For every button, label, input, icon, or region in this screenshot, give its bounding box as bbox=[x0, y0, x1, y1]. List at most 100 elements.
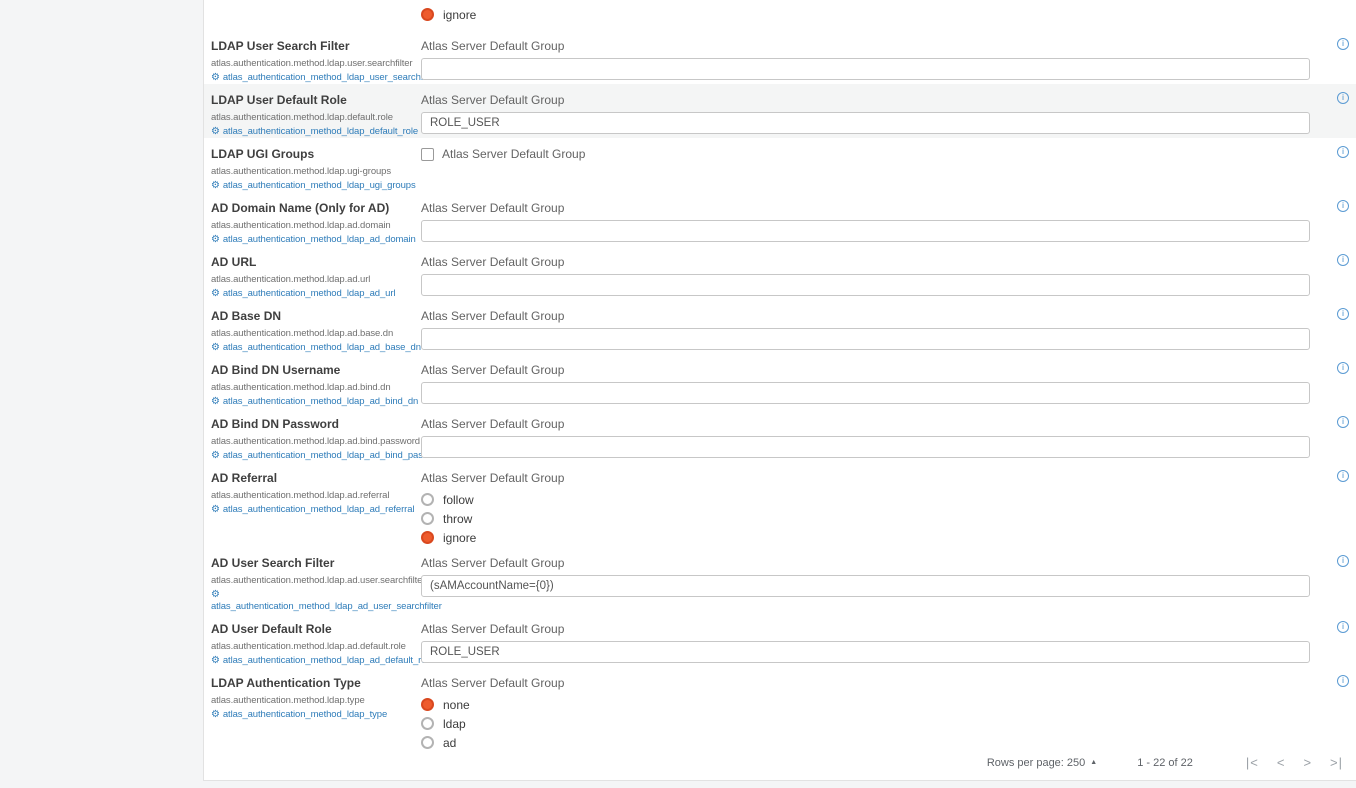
radio-option-label: throw bbox=[443, 512, 472, 526]
radio-option[interactable]: none bbox=[421, 695, 1310, 714]
config-api-link[interactable]: atlas_authentication_method_ldap_type bbox=[223, 709, 387, 720]
config-label: AD Referral bbox=[211, 471, 421, 485]
config-value-input[interactable] bbox=[421, 328, 1310, 350]
config-control bbox=[421, 436, 1310, 458]
radio-unselected-icon[interactable] bbox=[421, 493, 434, 506]
config-property-path: atlas.authentication.method.ldap.default… bbox=[211, 112, 421, 124]
rows-per-page-selector[interactable]: Rows per page: 250 ▲ bbox=[987, 757, 1097, 769]
config-row: AD Base DN atlas.authentication.method.l… bbox=[211, 300, 1356, 354]
radio-option[interactable]: ignore bbox=[421, 528, 1310, 547]
info-icon[interactable]: i bbox=[1337, 38, 1349, 50]
checkbox-icon[interactable] bbox=[421, 148, 434, 161]
config-control: ignore bbox=[421, 5, 1310, 24]
gear-icon: ⚙ bbox=[211, 72, 220, 83]
radio-option-label: ad bbox=[443, 736, 456, 750]
config-row: LDAP User Default Role atlas.authenticat… bbox=[204, 84, 1356, 138]
config-value-input[interactable] bbox=[421, 274, 1310, 296]
radio-option-label: ignore bbox=[443, 531, 476, 545]
config-control bbox=[421, 274, 1310, 296]
config-control: follow throw ignore bbox=[421, 490, 1310, 547]
config-api-link[interactable]: atlas_authentication_method_ldap_ad_doma… bbox=[223, 234, 416, 245]
config-row: AD User Default Role atlas.authenticatio… bbox=[211, 613, 1356, 667]
config-api-link[interactable]: atlas_authentication_method_ldap_ad_user… bbox=[211, 601, 421, 613]
config-label: AD Base DN bbox=[211, 309, 421, 323]
checkbox-label: Atlas Server Default Group bbox=[442, 147, 585, 161]
config-property-path: atlas.authentication.method.ldap.ad.refe… bbox=[211, 490, 421, 502]
pagination-prev-button[interactable]: < bbox=[1268, 753, 1295, 772]
config-control: none ldap ad bbox=[421, 695, 1310, 752]
info-icon[interactable]: i bbox=[1337, 470, 1349, 482]
config-label: LDAP User Default Role bbox=[211, 93, 421, 107]
gear-icon: ⚙ bbox=[211, 342, 220, 353]
radio-selected-icon[interactable] bbox=[421, 531, 434, 544]
config-label: AD Bind DN Username bbox=[211, 363, 421, 377]
config-value-input[interactable] bbox=[421, 436, 1310, 458]
config-panel: ignore i LDAP User Search Filter atlas.a… bbox=[203, 0, 1356, 781]
radio-option[interactable]: throw bbox=[421, 509, 1310, 528]
config-list: ignore i LDAP User Search Filter atlas.a… bbox=[211, 0, 1356, 752]
config-property-path: atlas.authentication.method.ldap.ad.user… bbox=[211, 575, 421, 587]
group-label: Atlas Server Default Group bbox=[421, 622, 1310, 636]
config-value-input[interactable] bbox=[421, 58, 1310, 80]
gear-icon: ⚙ bbox=[211, 655, 220, 666]
gear-icon: ⚙ bbox=[211, 126, 220, 137]
config-label: LDAP User Search Filter bbox=[211, 39, 421, 53]
info-icon[interactable]: i bbox=[1337, 200, 1349, 212]
config-api-link[interactable]: atlas_authentication_method_ldap_ad_bind… bbox=[223, 450, 448, 461]
config-row: LDAP Authentication Type atlas.authentic… bbox=[211, 667, 1356, 752]
info-icon[interactable]: i bbox=[1337, 92, 1349, 104]
radio-option[interactable]: ad bbox=[421, 733, 1310, 752]
info-icon[interactable]: i bbox=[1337, 416, 1349, 428]
gear-icon: ⚙ bbox=[211, 504, 220, 515]
config-row: LDAP User Search Filter atlas.authentica… bbox=[211, 30, 1356, 84]
config-value-input[interactable] bbox=[421, 641, 1310, 663]
config-value-input[interactable] bbox=[421, 220, 1310, 242]
config-api-link[interactable]: atlas_authentication_method_ldap_user_se… bbox=[223, 72, 438, 83]
info-icon[interactable]: i bbox=[1337, 675, 1349, 687]
info-icon[interactable]: i bbox=[1337, 621, 1349, 633]
group-label: Atlas Server Default Group bbox=[421, 39, 1310, 53]
config-value-input[interactable] bbox=[421, 575, 1310, 597]
config-value-input[interactable] bbox=[421, 382, 1310, 404]
pagination-next-button[interactable]: > bbox=[1294, 753, 1321, 772]
config-api-link[interactable]: atlas_authentication_method_ldap_ad_defa… bbox=[223, 655, 434, 666]
gear-icon: ⚙ bbox=[211, 450, 220, 461]
config-value-input[interactable] bbox=[421, 112, 1310, 134]
config-label: AD Bind DN Password bbox=[211, 417, 421, 431]
radio-unselected-icon[interactable] bbox=[421, 512, 434, 525]
radio-selected-icon[interactable] bbox=[421, 8, 434, 21]
group-label: Atlas Server Default Group bbox=[421, 363, 1310, 377]
config-api-link[interactable]: atlas_authentication_method_ldap_ad_url bbox=[223, 288, 396, 299]
info-icon[interactable]: i bbox=[1337, 555, 1349, 567]
config-control bbox=[421, 112, 1310, 134]
config-api-link[interactable]: atlas_authentication_method_ldap_ad_base… bbox=[223, 342, 421, 353]
config-control: Atlas Server Default Group bbox=[421, 147, 1310, 161]
radio-unselected-icon[interactable] bbox=[421, 736, 434, 749]
config-property-path: atlas.authentication.method.ldap.type bbox=[211, 695, 421, 707]
config-property-path: atlas.authentication.method.ldap.ad.url bbox=[211, 274, 421, 286]
radio-option[interactable]: ignore bbox=[421, 5, 1310, 24]
config-label: AD Domain Name (Only for AD) bbox=[211, 201, 421, 215]
info-icon[interactable]: i bbox=[1337, 146, 1349, 158]
radio-selected-icon[interactable] bbox=[421, 698, 434, 711]
group-label: Atlas Server Default Group bbox=[421, 93, 1310, 107]
pagination-last-button[interactable]: >| bbox=[1321, 753, 1352, 772]
radio-option-label: ldap bbox=[443, 717, 466, 731]
config-api-link[interactable]: atlas_authentication_method_ldap_default… bbox=[223, 126, 418, 137]
group-checkbox[interactable]: Atlas Server Default Group bbox=[421, 147, 1310, 161]
info-icon[interactable]: i bbox=[1337, 362, 1349, 374]
radio-option[interactable]: ldap bbox=[421, 714, 1310, 733]
info-icon[interactable]: i bbox=[1337, 254, 1349, 266]
pagination-first-button[interactable]: |< bbox=[1237, 753, 1268, 772]
config-api-link[interactable]: atlas_authentication_method_ldap_ad_bind… bbox=[223, 396, 418, 407]
radio-option[interactable]: follow bbox=[421, 490, 1310, 509]
info-icon[interactable]: i bbox=[1337, 308, 1349, 320]
rows-per-page-value: 250 bbox=[1067, 757, 1085, 769]
rows-per-page-label: Rows per page: bbox=[987, 757, 1064, 769]
group-label: Atlas Server Default Group bbox=[421, 255, 1310, 269]
config-api-link[interactable]: atlas_authentication_method_ldap_ugi_gro… bbox=[223, 180, 416, 191]
radio-unselected-icon[interactable] bbox=[421, 717, 434, 730]
config-label: AD User Search Filter bbox=[211, 556, 421, 570]
config-api-link[interactable]: atlas_authentication_method_ldap_ad_refe… bbox=[223, 504, 415, 515]
gear-icon: ⚙ bbox=[211, 709, 220, 720]
